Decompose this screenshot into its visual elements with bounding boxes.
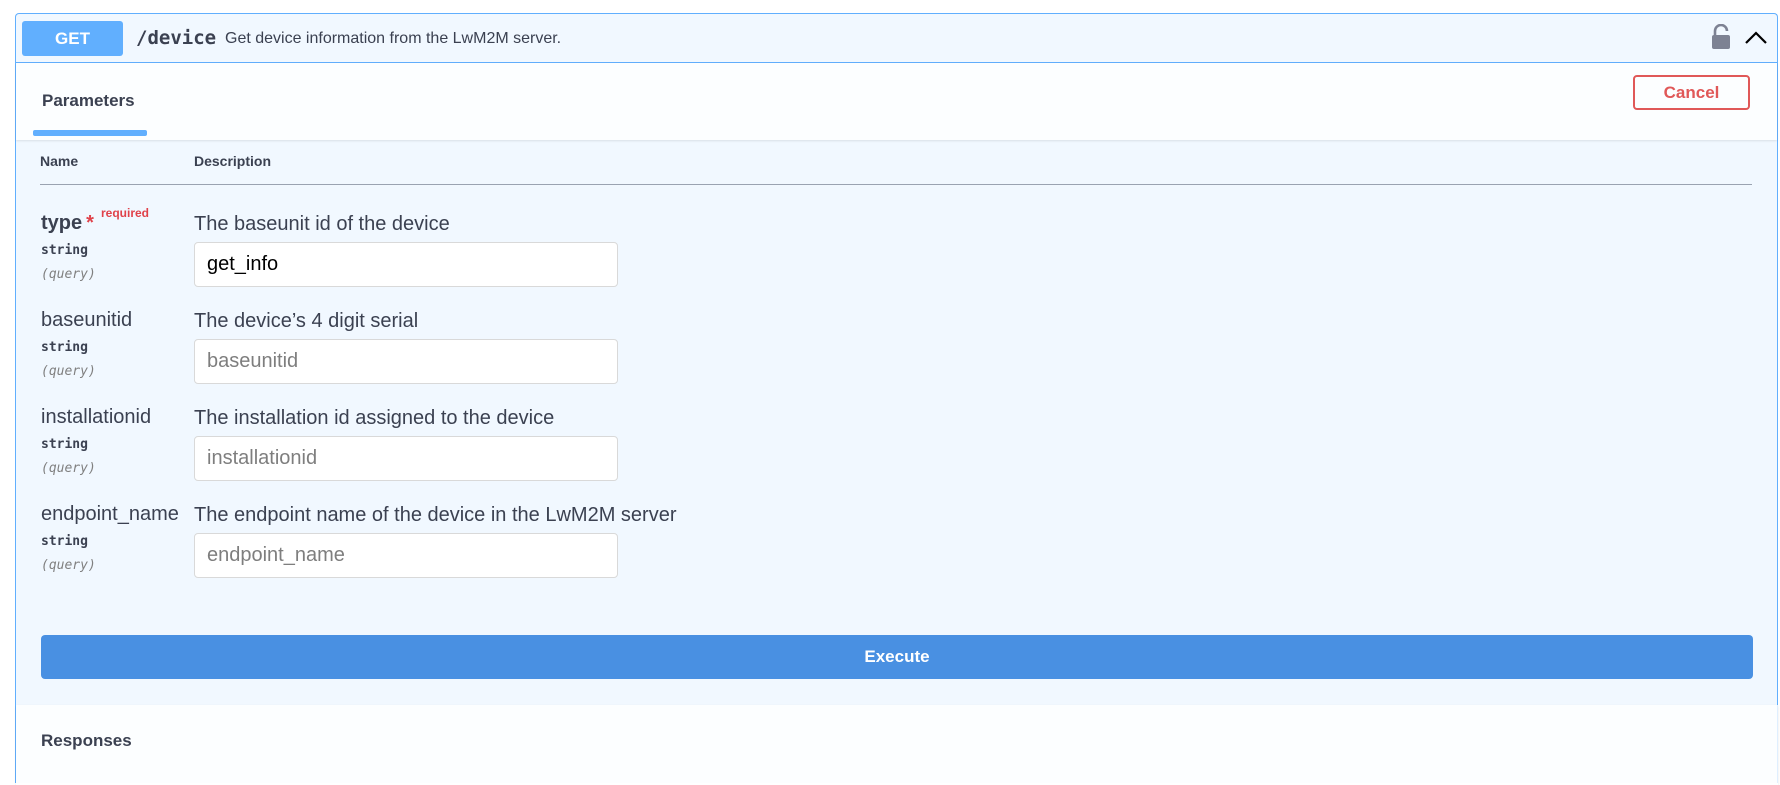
param-row-endpoint-name: endpoint_name string (query) The endpoin… (41, 503, 1741, 593)
name-column-header: Name (40, 153, 79, 169)
cancel-button[interactable]: Cancel (1633, 75, 1750, 110)
required-star: * (86, 212, 94, 234)
param-name: endpoint_name (41, 503, 179, 525)
chevron-up-icon[interactable] (1743, 26, 1769, 50)
responses-title: Responses (41, 731, 132, 750)
required-label: required (101, 206, 150, 220)
param-type: string (41, 243, 88, 258)
lock-icon[interactable] (1710, 24, 1732, 50)
param-description: The installation id assigned to the devi… (194, 407, 555, 429)
description-column-header: Description (194, 153, 272, 169)
baseunitid-input[interactable] (194, 339, 618, 384)
operation-path: /device (136, 27, 217, 49)
param-type: string (41, 534, 88, 549)
type-input[interactable] (194, 242, 618, 287)
endpoint-name-input[interactable] (194, 533, 618, 578)
param-description: The device’s 4 digit serial (194, 310, 419, 332)
param-type: string (41, 437, 88, 452)
responses-section-header: Responses (16, 705, 1778, 785)
tab-active-indicator (33, 130, 147, 136)
operation-description: Get device information from the LwM2M se… (225, 30, 562, 47)
param-row-installationid: installationid string (query) The instal… (41, 406, 1741, 496)
param-row-type: type * required string (query) The baseun… (41, 206, 1741, 302)
param-name: baseunitid (41, 309, 133, 331)
param-description: The endpoint name of the device in the L… (194, 504, 677, 526)
parameters-section-header: Parameters Cancel (16, 63, 1777, 140)
method-badge: GET (22, 21, 123, 56)
param-name: type * (41, 212, 94, 234)
param-location: (query) (41, 461, 96, 476)
execute-button[interactable]: Execute (41, 635, 1753, 679)
header-divider (40, 184, 1752, 185)
param-location: (query) (41, 267, 96, 282)
param-location: (query) (41, 364, 96, 379)
param-type: string (41, 340, 88, 355)
param-row-baseunitid: baseunitid string (query) The device’s 4… (41, 309, 1741, 399)
param-location: (query) (41, 558, 96, 573)
operation-summary[interactable]: GET /device Get device information from … (16, 14, 1777, 63)
installationid-input[interactable] (194, 436, 618, 481)
param-name: installationid (41, 406, 152, 428)
param-description: The baseunit id of the device (194, 213, 450, 235)
tab-parameters[interactable]: Parameters (33, 63, 144, 136)
